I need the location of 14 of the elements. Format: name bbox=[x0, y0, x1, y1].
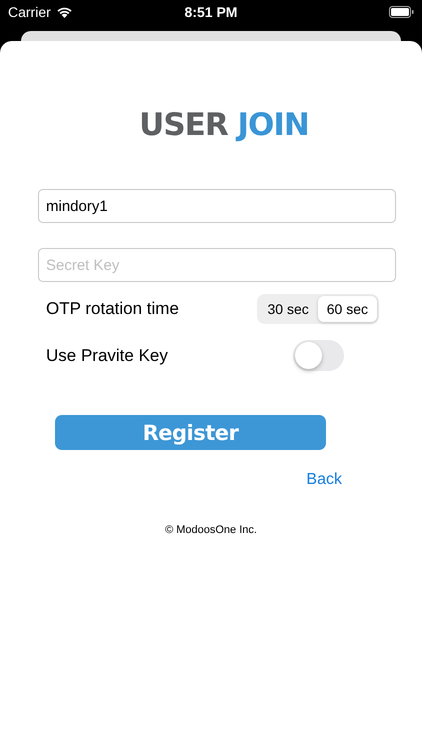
copyright-text: © ModoosOne Inc. bbox=[165, 524, 257, 536]
back-link[interactable]: Back bbox=[306, 471, 342, 489]
private-key-label: Use Pravite Key bbox=[46, 346, 168, 366]
otp-rotation-label: OTP rotation time bbox=[46, 299, 179, 319]
carrier-name: Carrier bbox=[8, 4, 51, 20]
otp-option[interactable]: 30 sec bbox=[258, 296, 318, 322]
otp-option[interactable]: 60 sec bbox=[318, 296, 377, 322]
battery-icon bbox=[388, 6, 414, 18]
user-join-logo: USER JOIN bbox=[139, 107, 309, 143]
secret-key-field[interactable]: Secret Key bbox=[38, 248, 396, 282]
wifi-icon bbox=[56, 6, 73, 18]
clock-time: 8:51 PM bbox=[184, 4, 238, 20]
private-key-switch[interactable] bbox=[293, 340, 344, 371]
username-field[interactable]: mindory1 bbox=[38, 189, 396, 223]
